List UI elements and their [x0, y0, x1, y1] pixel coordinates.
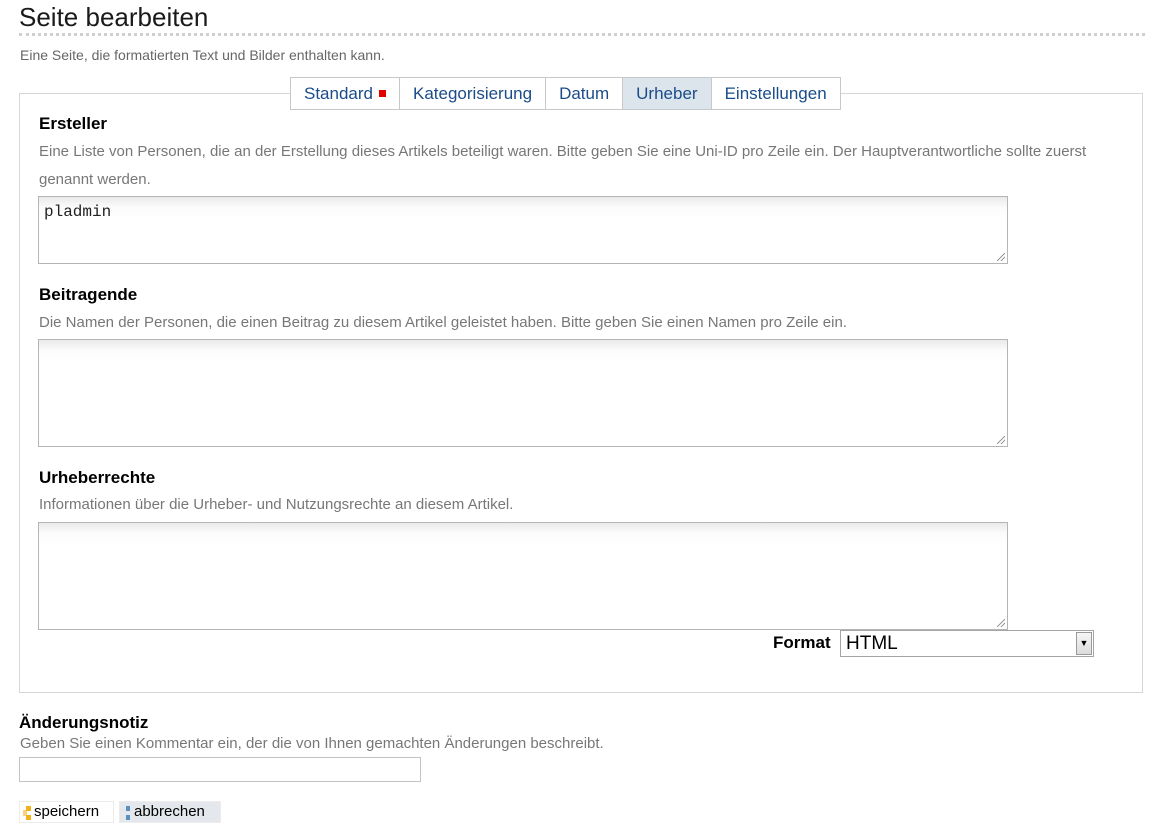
change-note-input[interactable]	[19, 757, 421, 782]
save-button[interactable]: speichern	[19, 801, 114, 823]
save-button-label: speichern	[34, 803, 100, 820]
cancel-icon	[123, 806, 131, 820]
page-title: Seite bearbeiten	[19, 2, 209, 32]
required-marker-icon	[379, 90, 386, 97]
resize-grip-icon[interactable]	[997, 436, 1005, 444]
resize-grip-icon[interactable]	[997, 253, 1005, 261]
title-divider	[19, 33, 1145, 36]
creators-textarea[interactable]: pladmin	[38, 196, 1008, 264]
format-selected-value: HTML	[846, 633, 898, 654]
tab-bar: Standard Kategorisierung Datum Urheber E…	[290, 77, 841, 110]
tab-einstellungen[interactable]: Einstellungen	[712, 78, 840, 109]
tab-kategorisierung-label: Kategorisierung	[413, 84, 533, 103]
contributors-help: Die Namen der Personen, die einen Beitra…	[39, 314, 847, 331]
tab-urheber-label: Urheber	[636, 84, 698, 103]
dropdown-arrow-icon[interactable]: ▼	[1076, 632, 1092, 655]
cancel-button-label: abbrechen	[134, 803, 205, 820]
tab-kategorisierung[interactable]: Kategorisierung	[400, 78, 547, 109]
resize-grip-icon[interactable]	[997, 619, 1005, 627]
tab-einstellungen-label: Einstellungen	[724, 84, 827, 103]
tab-standard-label: Standard	[304, 84, 373, 103]
contributors-label: Beitragende	[39, 285, 138, 304]
tab-datum[interactable]: Datum	[546, 78, 624, 109]
format-label: Format	[773, 633, 831, 652]
cancel-button[interactable]: abbrechen	[119, 801, 221, 823]
change-note-label: Änderungsnotiz	[19, 713, 149, 732]
rights-textarea[interactable]	[38, 522, 1008, 630]
rights-help: Informationen über die Urheber- und Nutz…	[39, 496, 514, 513]
format-select[interactable]: HTML ▼	[840, 630, 1094, 657]
rights-label: Urheberrechte	[39, 468, 156, 487]
change-note-help: Geben Sie einen Kommentar ein, der die v…	[20, 735, 604, 752]
creators-help: Eine Liste von Personen, die an der Erst…	[39, 143, 1087, 188]
tab-standard[interactable]: Standard	[291, 78, 400, 109]
tab-urheber[interactable]: Urheber	[623, 78, 712, 109]
creators-label: Ersteller	[39, 114, 108, 133]
tab-datum-label: Datum	[559, 84, 610, 103]
save-icon	[23, 806, 31, 820]
page-description: Eine Seite, die formatierten Text und Bi…	[20, 47, 385, 63]
creators-value: pladmin	[44, 203, 112, 221]
contributors-textarea[interactable]	[38, 339, 1008, 447]
